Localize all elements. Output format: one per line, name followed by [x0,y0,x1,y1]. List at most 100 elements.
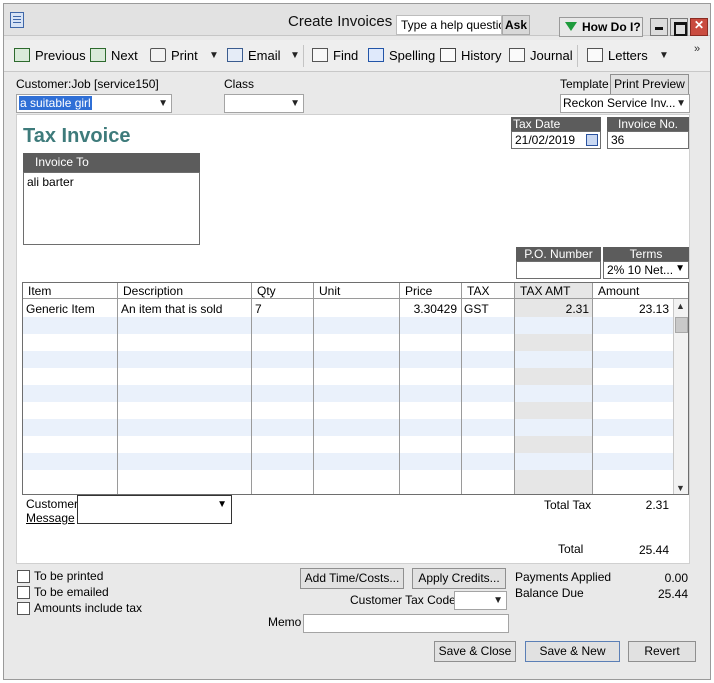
chevron-down-icon: ▼ [675,263,685,274]
find-button[interactable]: Find [312,46,358,66]
customer-job-code: [service150] [94,77,159,91]
to-be-printed-label[interactable]: To be printed [34,569,103,583]
toolbar-divider [303,45,304,67]
next-label: Next [111,48,138,63]
column-header-tax[interactable]: TAX [462,283,515,299]
amounts-include-tax-checkbox[interactable] [17,602,30,615]
column-header-tax-amt[interactable]: TAX AMT [515,283,593,299]
column-header-qty[interactable]: Qty [252,283,314,299]
help-question-input[interactable]: Type a help question [396,15,502,35]
print-button[interactable]: Print [150,46,198,66]
apply-credits-button[interactable]: Apply Credits... [412,568,506,589]
scroll-up-icon[interactable]: ▲ [676,301,685,311]
customer-job-dropdown[interactable]: a suitable girl ▼ [16,94,172,113]
customer-message-dropdown[interactable]: ▼ [77,495,232,524]
row-stripe [23,419,673,436]
close-button[interactable] [690,18,708,36]
po-number-header: P.O. Number [516,247,601,261]
column-header-unit[interactable]: Unit [314,283,400,299]
maximize-button[interactable] [670,18,688,36]
tax-date-header: Tax Date [511,117,601,132]
email-icon [227,48,243,62]
tax-date-field[interactable]: 21/02/2019 [511,131,601,149]
customer-job-label: Customer:Job [16,77,91,91]
minimize-button[interactable] [650,18,668,36]
history-button[interactable]: History [440,46,501,66]
class-label: Class [224,77,255,91]
row-amount-cell[interactable]: 23.13 [595,302,669,316]
class-dropdown[interactable]: ▼ [224,94,304,113]
column-divider [592,299,593,494]
letters-label: Letters [608,48,648,63]
spelling-button[interactable]: Spelling [368,46,435,66]
previous-button[interactable]: Previous [14,46,86,66]
row-stripe [23,317,673,334]
total-value: 25.44 [638,543,669,557]
column-divider [251,299,252,494]
letters-dropdown-arrow[interactable]: ▼ [659,46,669,66]
memo-input[interactable] [303,614,509,633]
to-be-emailed-checkbox[interactable] [17,586,30,599]
row-stripe [23,351,673,368]
ask-button[interactable]: Ask [502,15,530,35]
invoice-number-header: Invoice No. [607,117,689,132]
journal-icon [509,48,525,62]
row-stripe [23,453,673,470]
toolbar-divider [577,45,578,67]
column-header-description[interactable]: Description [118,283,252,299]
customer-message-label-line1: Customer [26,497,79,511]
column-header-price[interactable]: Price [400,283,462,299]
to-be-printed-checkbox[interactable] [17,570,30,583]
invoice-to-address[interactable]: ali barter [23,172,200,245]
row-tax-cell[interactable]: GST [464,302,489,316]
memo-label: Memo [268,615,302,629]
toolbar: Previous Next Print ▼ Email ▼ Find Spell… [4,40,710,72]
email-button[interactable]: Email [227,46,281,66]
line-items-table: Item Description Qty Unit Price TAX TAX … [22,282,689,495]
row-item-cell[interactable]: Generic Item [26,302,95,316]
table-scrollbar[interactable]: ▲ ▼ [673,299,688,494]
invoice-number-field[interactable]: 36 [607,131,689,149]
print-dropdown-arrow[interactable]: ▼ [209,46,219,66]
revert-button[interactable]: Revert [628,641,696,662]
next-button[interactable]: Next [90,46,138,66]
tax-date-value: 21/02/2019 [515,133,576,147]
payments-applied-label: Payments Applied [515,570,612,584]
save-close-button[interactable]: Save & Close [434,641,516,662]
amounts-include-tax-label[interactable]: Amounts include tax [34,601,142,615]
how-do-i-button[interactable]: How Do I? [559,17,643,37]
total-tax-label: Total Tax [544,498,592,512]
toolbar-overflow-chevron[interactable]: » [694,43,700,55]
customer-message-label-line2: Message [26,511,75,525]
history-icon [440,48,456,62]
email-dropdown-arrow[interactable]: ▼ [290,46,300,66]
customer-tax-code-dropdown[interactable]: ▼ [454,591,507,610]
po-number-field[interactable] [516,261,601,279]
template-dropdown[interactable]: Reckon Service Inv... ▼ [560,94,690,113]
terms-header: Terms [603,247,689,261]
scroll-down-icon[interactable]: ▼ [676,483,685,493]
calendar-icon[interactable] [586,134,598,146]
column-header-item[interactable]: Item [23,283,118,299]
letters-button[interactable]: Letters [587,46,648,66]
add-time-costs-button[interactable]: Add Time/Costs... [300,568,404,589]
row-description-cell[interactable]: An item that is sold [121,302,222,316]
print-preview-button[interactable]: Print Preview [610,74,689,95]
scroll-thumb[interactable] [675,317,688,333]
invoice-form-icon [10,12,24,28]
column-divider [399,299,400,494]
balance-due-value: 25.44 [657,587,688,601]
column-divider [514,299,515,494]
window-title: Create Invoices [288,13,393,30]
print-label: Print [171,48,198,63]
journal-button[interactable]: Journal [509,46,573,66]
column-header-amount[interactable]: Amount [593,283,688,299]
template-label: Template [560,77,609,91]
row-price-cell[interactable]: 3.30429 [402,302,457,316]
row-qty-cell[interactable]: 7 [255,302,262,316]
save-new-button[interactable]: Save & New [525,641,620,662]
terms-dropdown[interactable]: 2% 10 Net... ▼ [603,261,689,279]
customer-tax-code-label: Customer Tax Code [350,593,456,607]
to-be-emailed-label[interactable]: To be emailed [34,585,109,599]
chevron-down-icon: ▼ [493,595,503,606]
